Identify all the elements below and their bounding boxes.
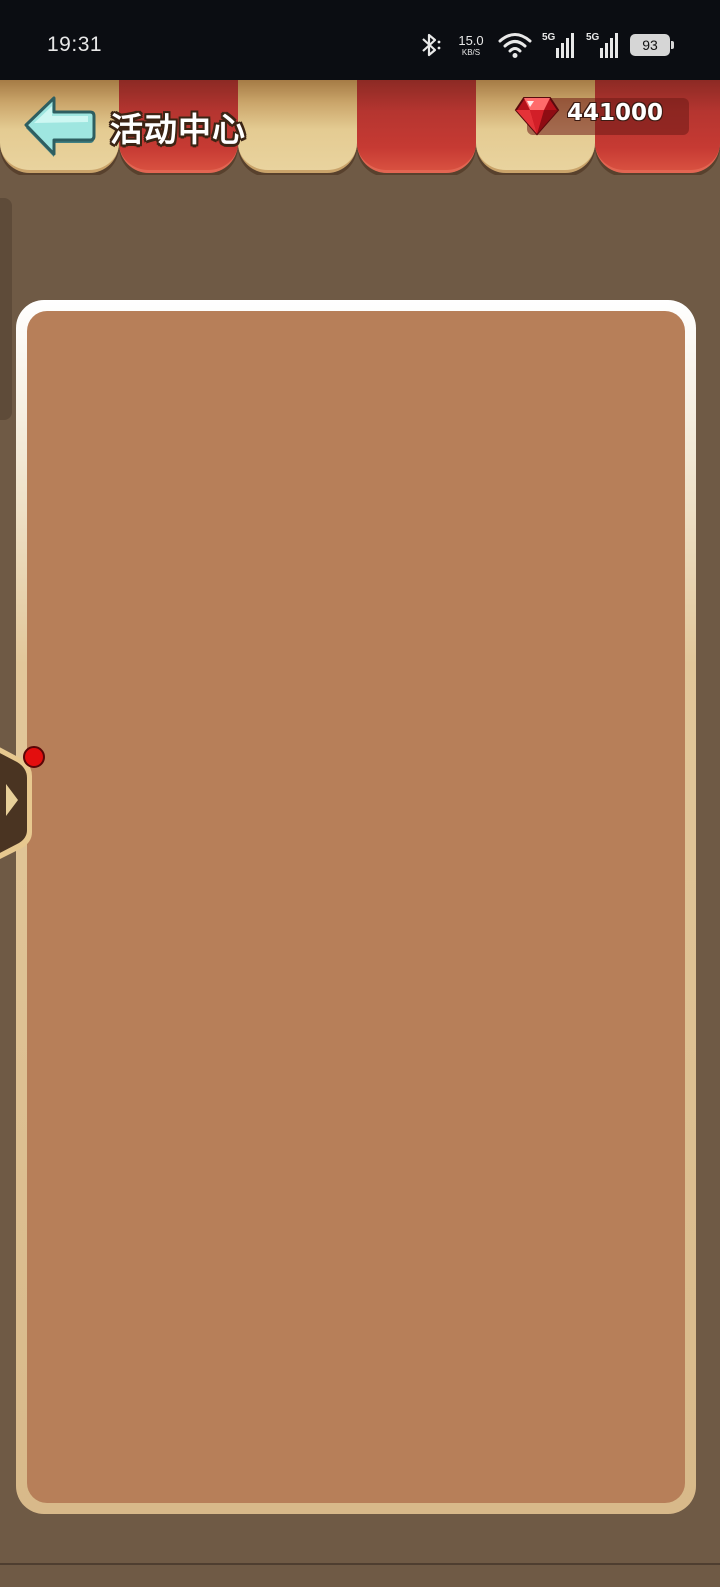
network-speed-unit: KB/S (461, 47, 481, 57)
notification-dot (23, 746, 45, 768)
side-strip (0, 198, 12, 420)
network-speed: 15.0 KB/S (454, 34, 488, 57)
gem-count: 441000 (567, 100, 664, 126)
back-arrow-icon[interactable] (20, 92, 96, 158)
status-time: 19:31 (47, 33, 103, 56)
status-icons: 15.0 KB/S 5G 5G 93 (418, 28, 674, 62)
bottom-edge (0, 1563, 720, 1587)
awning-scallop (357, 80, 476, 173)
status-bar: 19:31 15.0 KB/S 5G 5G 93 (0, 0, 720, 80)
battery-icon: 93 (630, 34, 674, 56)
signal-2-label: 5G (586, 32, 600, 43)
main-panel (16, 300, 696, 1514)
battery-level: 93 (642, 37, 658, 53)
wifi-icon (498, 33, 532, 58)
ruby-gem-icon (514, 97, 560, 136)
bluetooth-icon (422, 33, 441, 57)
signal-icon: 5G (586, 32, 618, 58)
awning-scallop (238, 80, 357, 173)
page-title: 活动中心 (110, 110, 246, 149)
network-speed-value: 15.0 (458, 32, 484, 48)
main-panel-content (27, 311, 685, 1503)
signal-1-label: 5G (542, 32, 556, 43)
signal-icon: 5G (542, 32, 574, 58)
